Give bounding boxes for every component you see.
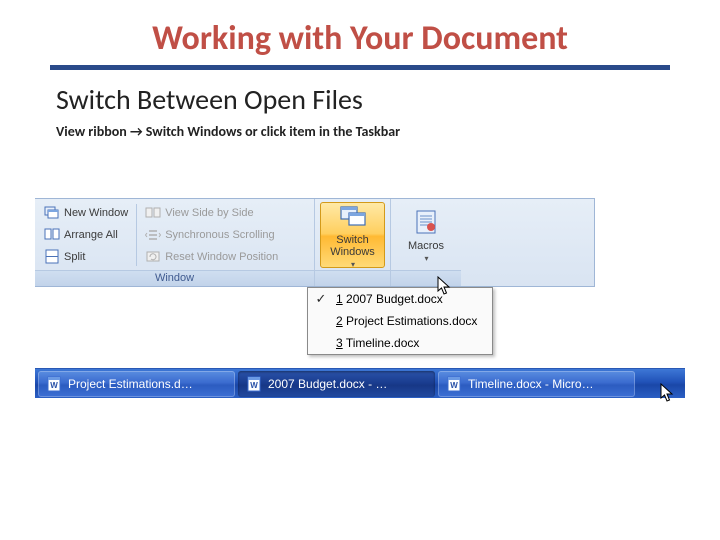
svg-text:W: W <box>450 381 458 390</box>
taskbar-item[interactable]: W 2007 Budget.docx - … <box>238 371 435 397</box>
switch-windows-icon <box>338 201 368 231</box>
macros-label: Macros <box>408 240 444 252</box>
word-doc-icon: W <box>46 376 62 392</box>
svg-text:W: W <box>50 381 58 390</box>
switch-windows-button[interactable]: Switch Windows ▾ <box>320 202 385 268</box>
group-label-window: Window <box>35 270 314 286</box>
arrange-all-label: Arrange All <box>64 229 118 241</box>
split-button[interactable]: Split <box>40 246 132 268</box>
switch-windows-label1: Switch <box>336 234 368 246</box>
taskbar-item[interactable]: W Project Estimations.d… <box>38 371 235 397</box>
sync-scroll-button[interactable]: Synchronous Scrolling <box>141 224 282 246</box>
svg-text:W: W <box>250 381 258 390</box>
side-by-side-button[interactable]: View Side by Side <box>141 202 282 224</box>
instruction-text: View ribbon → Switch Windows or click it… <box>50 123 670 140</box>
new-window-icon <box>44 205 60 221</box>
reset-pos-button[interactable]: Reset Window Position <box>141 246 282 268</box>
taskbar-item-label: Timeline.docx - Micro… <box>468 377 594 391</box>
switch-windows-menu: ✓ 1 2007 Budget.docx 2 Project Estimatio… <box>307 287 493 355</box>
side-by-side-icon <box>145 205 161 221</box>
group-label-blank1 <box>315 270 390 286</box>
taskbar-item-label: Project Estimations.d… <box>68 377 193 391</box>
split-icon <box>44 249 60 265</box>
arrange-all-button[interactable]: Arrange All <box>40 224 132 246</box>
taskbar-item-label: 2007 Budget.docx - … <box>268 377 387 391</box>
word-doc-icon: W <box>246 376 262 392</box>
switch-windows-label2: Windows <box>330 246 375 258</box>
taskbar: W Project Estimations.d… W 2007 Budget.d… <box>35 368 685 398</box>
ribbon-group-macros: Macros ▾ <box>391 199 461 286</box>
sync-scroll-label: Synchronous Scrolling <box>165 229 274 241</box>
split-label: Split <box>64 251 85 263</box>
macros-button[interactable]: Macros ▾ <box>396 202 456 268</box>
chevron-down-icon: ▾ <box>424 254 428 263</box>
taskbar-item[interactable]: W Timeline.docx - Micro… <box>438 371 635 397</box>
group-label-blank2 <box>391 270 461 286</box>
arrange-all-icon <box>44 227 60 243</box>
word-doc-icon: W <box>446 376 462 392</box>
sync-scroll-icon <box>145 227 161 243</box>
ribbon-group-window: New Window Arrange All Split <box>35 199 315 286</box>
window-menu-item[interactable]: 2 Project Estimations.docx <box>308 310 492 332</box>
check-icon: ✓ <box>312 291 330 307</box>
new-window-label: New Window <box>64 207 128 219</box>
slide-subtitle: Switch Between Open Files <box>50 82 670 117</box>
chevron-down-icon: ▾ <box>351 260 355 269</box>
reset-pos-label: Reset Window Position <box>165 251 278 263</box>
menu-item-text: 1 2007 Budget.docx <box>336 292 443 306</box>
menu-item-text: 2 Project Estimations.docx <box>336 314 477 328</box>
slide-title: Working with Your Document <box>50 18 670 59</box>
side-by-side-label: View Side by Side <box>165 207 253 219</box>
title-rule <box>50 65 670 70</box>
menu-item-text: 3 Timeline.docx <box>336 336 419 350</box>
window-menu-item[interactable]: ✓ 1 2007 Budget.docx <box>308 288 492 310</box>
ribbon-view: New Window Arrange All Split <box>35 198 595 287</box>
new-window-button[interactable]: New Window <box>40 202 132 224</box>
ribbon-group-switch: Switch Windows ▾ <box>315 199 391 286</box>
reset-pos-icon <box>145 249 161 265</box>
macros-icon <box>411 207 441 237</box>
window-menu-item[interactable]: 3 Timeline.docx <box>308 332 492 354</box>
